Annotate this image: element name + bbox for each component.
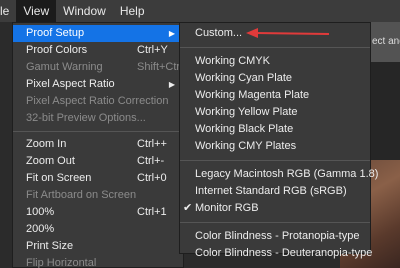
submenu-separator: [180, 160, 370, 161]
checkmark-icon: ✔: [183, 202, 193, 214]
submenu-item-working-cyan-plate[interactable]: Working Cyan Plate: [180, 70, 370, 87]
menu-item-label: Pixel Aspect Ratio Correction: [26, 95, 169, 107]
options-bar-text: ect and: [372, 36, 400, 47]
submenu-item-protanopia[interactable]: Color Blindness - Protanopia-type: [180, 228, 370, 245]
menu-view[interactable]: View: [16, 0, 57, 22]
submenu-item-deuteranopia[interactable]: Color Blindness - Deuteranopia-type: [180, 245, 373, 262]
submenu-item-label: Color Blindness - Deuteranopia-type: [195, 247, 373, 259]
submenu-item-label: Monitor RGB: [195, 202, 259, 214]
view-menu: Proof Setup ▶ Proof Colors Ctrl+Y Gamut …: [12, 22, 196, 268]
menu-item-flip-horizontal: Flip Horizontal: [13, 255, 183, 268]
menu-item-label: Gamut Warning: [26, 61, 103, 73]
submenu-item-label: Working CMY Plates: [195, 140, 297, 152]
menu-item-label: Fit on Screen: [26, 172, 92, 184]
menu-item-zoom-out[interactable]: Zoom Out Ctrl+-: [13, 153, 183, 170]
menu-item-label: Fit Artboard on Screen: [26, 189, 137, 201]
menu-bar: le View Window Help: [0, 0, 400, 22]
submenu-item-working-black-plate[interactable]: Working Black Plate: [180, 121, 370, 138]
menu-item-label: 200%: [26, 223, 55, 235]
menu-item-label: Proof Colors: [26, 44, 88, 56]
menu-item-label: Print Size: [26, 240, 74, 252]
submenu-item-label: Custom...: [195, 27, 243, 39]
menu-item-proof-colors[interactable]: Proof Colors Ctrl+Y: [13, 42, 183, 59]
menu-window[interactable]: Window: [56, 0, 113, 22]
menu-item-label: 100%: [26, 206, 55, 218]
shortcut-label: Ctrl+0: [137, 172, 167, 184]
menu-file-partial[interactable]: le: [0, 0, 16, 22]
menu-item-pixel-aspect-ratio[interactable]: Pixel Aspect Ratio ▶: [13, 76, 183, 93]
menu-item-fit-artboard-on-screen: Fit Artboard on Screen: [13, 187, 183, 204]
submenu-item-label: Working CMYK: [195, 55, 270, 67]
submenu-item-monitor-rgb[interactable]: ✔ Monitor RGB: [180, 200, 370, 217]
menu-help[interactable]: Help: [113, 0, 152, 22]
menu-item-proof-setup[interactable]: Proof Setup ▶: [13, 25, 183, 42]
submenu-separator: [180, 222, 370, 223]
options-bar-fragment: ect and: [370, 22, 400, 62]
menu-item-label: Proof Setup: [26, 27, 85, 39]
menu-item-32bit-preview-options: 32-bit Preview Options...: [13, 110, 183, 127]
submenu-item-label: Working Black Plate: [195, 123, 294, 135]
submenu-item-working-magenta-plate[interactable]: Working Magenta Plate: [180, 87, 370, 104]
menu-item-gamut-warning: Gamut Warning Shift+Ctrl+Y: [13, 59, 196, 76]
menu-item-zoom-in[interactable]: Zoom In Ctrl++: [13, 136, 183, 153]
submenu-item-working-cmy-plates[interactable]: Working CMY Plates: [180, 138, 370, 155]
submenu-item-label: Working Magenta Plate: [195, 89, 310, 101]
submenu-item-label: Legacy Macintosh RGB (Gamma 1.8): [195, 168, 379, 180]
proof-setup-submenu: Custom... Working CMYK Working Cyan Plat…: [179, 22, 378, 259]
submenu-arrow-icon: ▶: [168, 29, 175, 38]
shortcut-label: Ctrl+1: [137, 206, 167, 218]
menu-item-label: Zoom In: [26, 138, 67, 150]
submenu-separator: [180, 47, 370, 48]
shortcut-label: Ctrl+Y: [137, 44, 168, 56]
submenu-item-label: Working Cyan Plate: [195, 72, 293, 84]
menu-item-label: Pixel Aspect Ratio: [26, 78, 115, 90]
shortcut-label: Ctrl++: [137, 138, 167, 150]
menu-separator: [13, 131, 183, 132]
menu-item-100-percent[interactable]: 100% Ctrl+1: [13, 204, 183, 221]
menu-item-200-percent[interactable]: 200%: [13, 221, 183, 238]
submenu-item-label: Working Yellow Plate: [195, 106, 298, 118]
annotation-arrow-icon: [246, 28, 330, 38]
submenu-item-label: Internet Standard RGB (sRGB): [195, 185, 347, 197]
menu-item-pixel-aspect-ratio-correction: Pixel Aspect Ratio Correction: [13, 93, 183, 110]
submenu-item-internet-standard-rgb[interactable]: Internet Standard RGB (sRGB): [180, 183, 370, 200]
submenu-item-legacy-macintosh-rgb[interactable]: Legacy Macintosh RGB (Gamma 1.8): [180, 166, 378, 183]
menu-item-label: 32-bit Preview Options...: [26, 112, 146, 124]
shortcut-label: Ctrl+-: [137, 155, 165, 167]
menu-item-label: Flip Horizontal: [26, 257, 97, 268]
menu-item-fit-on-screen[interactable]: Fit on Screen Ctrl+0: [13, 170, 183, 187]
menu-item-label: Zoom Out: [26, 155, 75, 167]
submenu-item-working-cmyk[interactable]: Working CMYK: [180, 53, 370, 70]
submenu-item-working-yellow-plate[interactable]: Working Yellow Plate: [180, 104, 370, 121]
menu-item-print-size[interactable]: Print Size: [13, 238, 183, 255]
submenu-item-label: Color Blindness - Protanopia-type: [195, 230, 360, 242]
submenu-arrow-icon: ▶: [168, 80, 175, 89]
